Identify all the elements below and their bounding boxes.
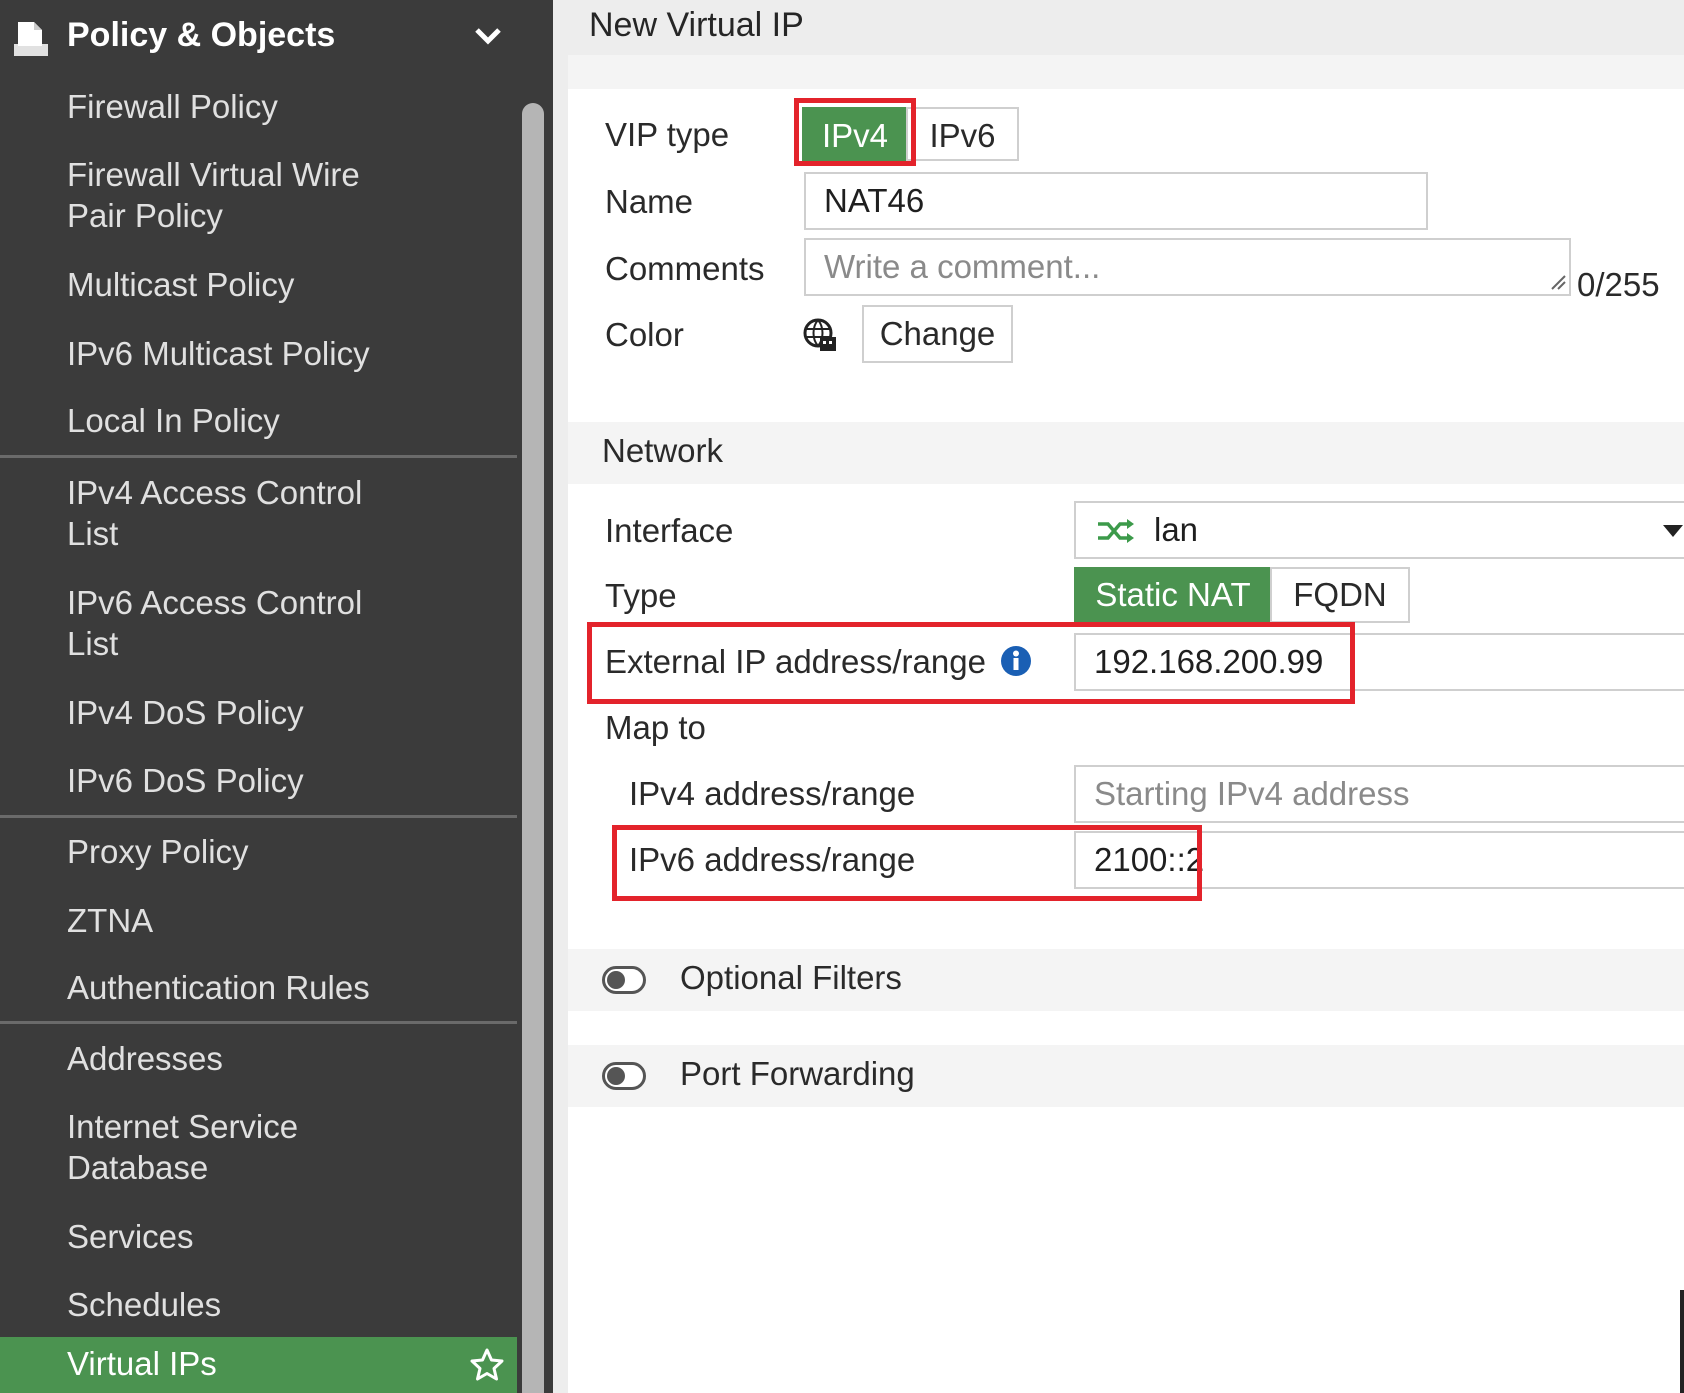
interface-value: lan: [1154, 511, 1199, 548]
optional-filters-toggle[interactable]: [602, 966, 646, 994]
sidebar-item-firewall-policy[interactable]: Firewall Policy: [67, 86, 467, 127]
sidebar-item-multicast-policy[interactable]: Multicast Policy: [67, 264, 467, 305]
network-section-title: Network: [602, 432, 724, 469]
interface-label: Interface: [605, 512, 734, 549]
resize-handle-icon[interactable]: [1550, 274, 1566, 290]
comments-textarea[interactable]: Write a comment...: [804, 238, 1571, 296]
ipv4-range-label: IPv4 address/range: [629, 775, 916, 812]
sidebar-divider: [0, 455, 517, 458]
page-title: New Virtual IP: [589, 6, 804, 44]
sidebar-item-schedules[interactable]: Schedules: [67, 1284, 467, 1325]
port-forwarding-label: Port Forwarding: [680, 1055, 915, 1092]
type-fqdn-button[interactable]: FQDN: [1270, 567, 1410, 623]
vip-type-label: VIP type: [605, 116, 730, 153]
sidebar-item-local-in-policy[interactable]: Local In Policy: [67, 400, 467, 441]
chevron-down-icon[interactable]: [474, 26, 502, 46]
main-panel: New Virtual IP VIP type IPv4 IPv6 Name N…: [553, 0, 1684, 1393]
sidebar-item-ztna[interactable]: ZTNA: [67, 900, 467, 941]
info-icon[interactable]: [1000, 645, 1032, 677]
sidebar-section-title: Policy & Objects: [67, 16, 336, 54]
name-label: Name: [605, 183, 694, 220]
vip-type-ipv4-button[interactable]: IPv4: [802, 107, 908, 161]
interface-select[interactable]: lan: [1074, 501, 1684, 559]
sidebar-item-virtual-ips[interactable]: Virtual IPs: [0, 1337, 517, 1393]
sidebar-item-ipv4-dos-policy[interactable]: IPv4 DoS Policy: [67, 692, 467, 733]
ipv6-range-input[interactable]: 2100::2: [1074, 831, 1684, 889]
panel-edge: [553, 55, 568, 1393]
interface-shuffle-icon: [1098, 519, 1134, 543]
external-ip-input[interactable]: 192.168.200.99: [1074, 633, 1684, 691]
optional-filters-section: Optional Filters: [568, 949, 1684, 1011]
sidebar-item-virtual-wire-pair-policy[interactable]: Firewall Virtual Wire Pair Policy: [67, 154, 397, 236]
port-forwarding-section: Port Forwarding: [568, 1045, 1684, 1107]
type-static-nat-button[interactable]: Static NAT: [1074, 567, 1272, 623]
dropdown-arrow-icon[interactable]: [1663, 525, 1683, 537]
main-scrollbar[interactable]: [1680, 1290, 1684, 1393]
sidebar-item-ipv6-dos-policy[interactable]: IPv6 DoS Policy: [67, 760, 467, 801]
color-palette-icon: [803, 318, 836, 351]
sidebar-item-authentication-rules[interactable]: Authentication Rules: [67, 967, 467, 1008]
type-label: Type: [605, 577, 677, 614]
sidebar-item-internet-service-database[interactable]: Internet Service Database: [67, 1106, 367, 1188]
ipv6-range-label: IPv6 address/range: [629, 841, 916, 878]
network-section-header: Network: [568, 422, 1684, 484]
sidebar-item-services[interactable]: Services: [67, 1216, 467, 1257]
comments-counter: 0/255: [1577, 266, 1660, 303]
star-icon[interactable]: [469, 1347, 505, 1383]
ipv4-range-input[interactable]: Starting IPv4 address: [1074, 765, 1684, 823]
sidebar-item-proxy-policy[interactable]: Proxy Policy: [67, 831, 467, 872]
sidebar-item-ipv6-acl[interactable]: IPv6 Access Control List: [67, 582, 397, 664]
sidebar-item-addresses[interactable]: Addresses: [67, 1038, 467, 1079]
optional-filters-label: Optional Filters: [680, 959, 902, 996]
vip-type-ipv6-button[interactable]: IPv6: [906, 107, 1019, 161]
sidebar-item-label: Virtual IPs: [67, 1345, 217, 1382]
header-gap: [553, 55, 1684, 89]
sidebar-nav: Policy & Objects Firewall Policy Firewal…: [0, 0, 517, 1393]
color-change-button[interactable]: Change: [862, 305, 1013, 363]
color-label: Color: [605, 316, 684, 353]
map-to-label: Map to: [605, 709, 706, 746]
sidebar-item-ipv4-acl[interactable]: IPv4 Access Control List: [67, 472, 397, 554]
sidebar-divider: [0, 1021, 517, 1024]
external-ip-label: External IP address/range: [605, 643, 986, 680]
page-header: New Virtual IP: [553, 0, 1684, 55]
port-forwarding-toggle[interactable]: [602, 1062, 646, 1090]
sidebar-section-header[interactable]: Policy & Objects: [0, 0, 517, 78]
sidebar-divider: [0, 815, 517, 818]
policy-document-icon: [14, 22, 48, 56]
name-input[interactable]: NAT46: [804, 172, 1428, 230]
sidebar-scrollbar[interactable]: [522, 103, 544, 1393]
comments-label: Comments: [605, 250, 765, 287]
sidebar-item-ipv6-multicast-policy[interactable]: IPv6 Multicast Policy: [67, 333, 467, 374]
